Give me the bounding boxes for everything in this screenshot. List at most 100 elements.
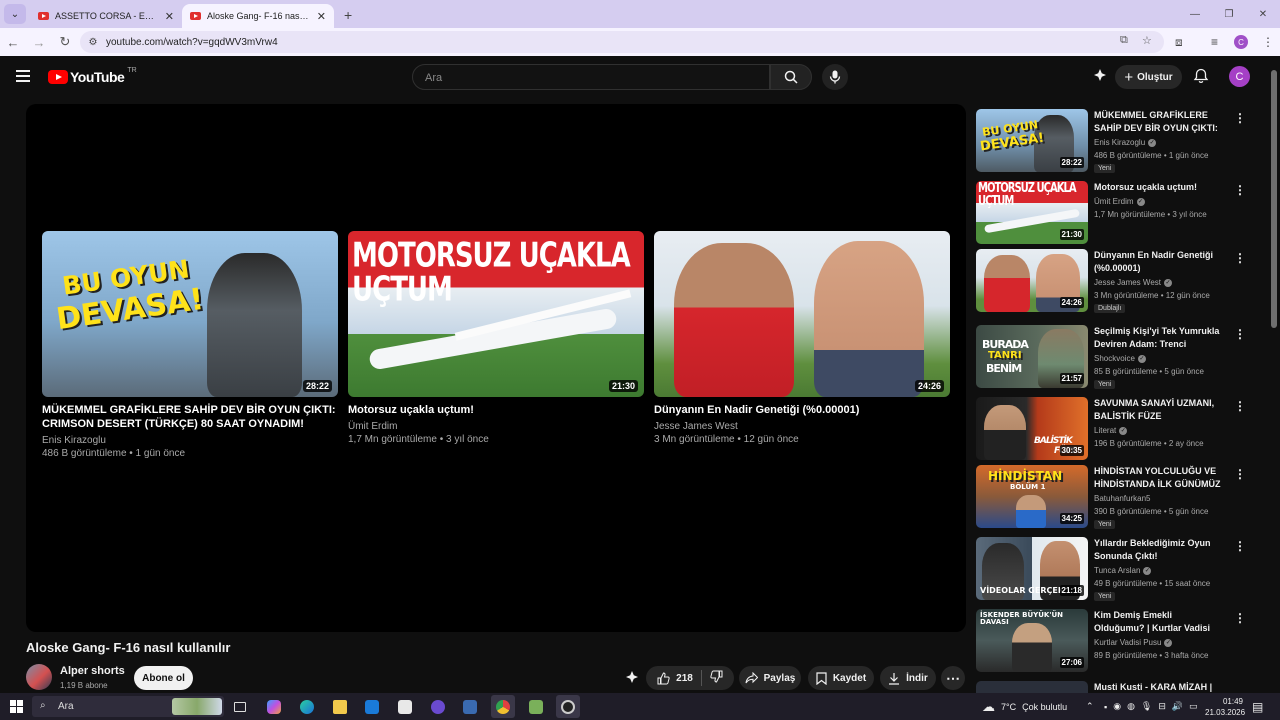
search-input[interactable]: Ara — [412, 64, 770, 90]
video-title[interactable]: MÜKEMMEL GRAFİKLERE SAHİP DEV BİR OYUN Ç… — [1094, 109, 1222, 136]
browser-tab-1[interactable]: ASSETTO CORSA - Ebru Günde ✕ — [30, 4, 182, 28]
sidebar-video-9[interactable]: Musti Kusti - KARA MİZAH | ⋮ — [976, 681, 1236, 693]
tray-app-icon[interactable]: ◉ — [1113, 701, 1121, 712]
search-button[interactable] — [770, 64, 812, 90]
url-text[interactable]: youtube.com/watch?v=gqdWV3mVrw4 — [106, 37, 278, 48]
media-queue-icon[interactable]: ≡ — [1211, 28, 1218, 56]
install-app-icon[interactable]: ⧉ — [1120, 34, 1128, 47]
share-button[interactable]: Paylaş — [739, 666, 801, 690]
close-tab-icon[interactable]: ✕ — [317, 10, 326, 23]
video-title[interactable]: Musti Kusti - KARA MİZAH | — [1094, 681, 1222, 693]
profile-avatar[interactable]: C — [1234, 35, 1248, 49]
app-icon-purple[interactable] — [426, 695, 450, 718]
address-bar[interactable]: ⚙ youtube.com/watch?v=gqdWV3mVrw4 ⧉ ☆ — [80, 31, 1164, 53]
video-thumbnail[interactable]: 24:26 — [654, 231, 950, 397]
voice-search-button[interactable] — [822, 64, 848, 90]
browser-tab-2[interactable]: Aloske Gang- F-16 nasıl kullanı ✕ — [182, 4, 334, 28]
store-icon[interactable] — [393, 695, 417, 718]
endscreen-video-2[interactable]: MOTORSUZ UÇAKLA UÇTUM 21:30 Motorsuz uça… — [348, 231, 644, 446]
browser-menu-icon[interactable]: ⋮ — [1262, 28, 1274, 56]
endscreen-video-3[interactable]: 24:26 Dünyanın En Nadir Genetiği (%0.000… — [654, 231, 950, 446]
channel-row[interactable]: Literat ✓ — [1094, 426, 1128, 435]
video-thumbnail[interactable]: BU OYUN DEVASA! 28:22 — [42, 231, 338, 397]
close-window-icon[interactable]: ✕ — [1246, 9, 1280, 20]
more-options-icon[interactable]: ⋮ — [1234, 183, 1246, 197]
sidebar-video-3[interactable]: 24:26 Dünyanın En Nadir Genetiği (%0.000… — [976, 249, 1246, 313]
video-thumbnail[interactable] — [976, 681, 1088, 693]
video-thumbnail[interactable]: VİDEOLAR GERÇEK 21:18 — [976, 537, 1088, 600]
channel-name[interactable]: Ümit Erdim — [1094, 197, 1134, 206]
channel-avatar[interactable] — [26, 664, 52, 690]
channel-name[interactable]: Kurtlar Vadisi Pusu — [1094, 638, 1161, 647]
sidebar-video-7[interactable]: VİDEOLAR GERÇEK 21:18 Yıllardır Beklediğ… — [976, 537, 1246, 601]
app-icon-blue[interactable] — [458, 695, 482, 718]
channel-row[interactable]: Enis Kirazoglu ✓ — [1094, 138, 1157, 147]
network-icon[interactable]: ⊟ — [1158, 701, 1166, 712]
ai-sparkle-icon[interactable] — [1092, 68, 1108, 89]
sidebar-video-2[interactable]: MOTORSUZ UÇAKLA UÇTUM 21:30 Motorsuz uça… — [976, 181, 1246, 245]
video-title[interactable]: MÜKEMMEL GRAFİKLERE SAHİP DEV BİR OYUN Ç… — [42, 403, 338, 431]
sidebar-video-6[interactable]: HİNDİSTAN BÖLÜM 1 34:25 HİNDİSTAN YOLCUL… — [976, 465, 1246, 529]
channel-name[interactable]: Jesse James West — [654, 420, 950, 433]
subscribe-button[interactable]: Abone ol — [134, 666, 193, 690]
channel-row[interactable]: Ümit Erdim ✓ — [1094, 197, 1145, 206]
site-info-icon[interactable]: ⚙ — [86, 35, 100, 49]
clock[interactable]: 01:49 21.03.2026 — [1205, 696, 1245, 718]
tab-search-button[interactable]: ⌄ — [4, 4, 26, 24]
more-options-icon[interactable]: ⋮ — [1234, 539, 1246, 553]
channel-row[interactable]: Jesse James West ✓ — [1094, 278, 1172, 287]
video-title[interactable]: HİNDİSTAN YOLCULUĞU VE HİNDİSTANDA İLK G… — [1094, 465, 1222, 492]
page-scrollbar[interactable] — [1271, 70, 1277, 328]
more-options-icon[interactable]: ⋮ — [1234, 683, 1236, 693]
more-actions-button[interactable]: ⋯ — [941, 666, 965, 690]
bookmark-star-icon[interactable]: ☆ — [1142, 34, 1152, 47]
download-button[interactable]: İndir — [880, 666, 936, 690]
more-options-icon[interactable]: ⋮ — [1234, 327, 1246, 341]
like-button[interactable]: 218 — [657, 671, 693, 685]
video-title[interactable]: Dünyanın En Nadir Genetiği (%0.00001) — [654, 403, 950, 417]
channel-name[interactable]: Batuhanfurkan5 — [1094, 494, 1151, 503]
steering-wheel-app-icon[interactable] — [556, 695, 580, 718]
volume-icon[interactable]: 🔊 — [1172, 701, 1183, 712]
video-thumbnail[interactable]: HİNDİSTAN BÖLÜM 1 34:25 — [976, 465, 1088, 528]
more-options-icon[interactable]: ⋮ — [1234, 611, 1246, 625]
new-tab-button[interactable]: + — [344, 7, 352, 23]
sidebar-video-8[interactable]: İSKENDER BÜYÜK'ÜN DAVASI 27:06 Kim Demiş… — [976, 609, 1246, 673]
video-title[interactable]: Seçilmiş Kişi'yi Tek Yumrukla Deviren Ad… — [1094, 325, 1222, 352]
taskbar-search[interactable]: ⌕ Ara — [32, 696, 224, 717]
extensions-icon[interactable]: ⧈ — [1175, 28, 1183, 56]
channel-name[interactable]: Enis Kirazoglu — [42, 434, 338, 447]
more-options-icon[interactable]: ⋮ — [1234, 467, 1246, 481]
channel-name[interactable]: Jesse James West — [1094, 278, 1161, 287]
channel-row[interactable]: Tunca Arslan ✓ — [1094, 566, 1152, 575]
channel-name[interactable]: Shockvoice — [1094, 354, 1135, 363]
copilot-icon[interactable] — [262, 695, 286, 718]
endscreen-video-1[interactable]: BU OYUN DEVASA! 28:22 MÜKEMMEL GRAFİKLER… — [42, 231, 338, 460]
notifications-bell-icon[interactable] — [1193, 68, 1209, 89]
channel-name[interactable]: Alper shorts — [60, 665, 125, 677]
channel-row[interactable]: Kurtlar Vadisi Pusu ✓ — [1094, 638, 1173, 647]
video-thumbnail[interactable]: MOTORSUZ UÇAKLA UÇTUM 21:30 — [348, 231, 644, 397]
channel-row[interactable]: Shockvoice ✓ — [1094, 354, 1146, 363]
youtube-logo[interactable]: YouTube TR — [48, 67, 137, 85]
channel-name[interactable]: Tunca Arslan — [1094, 566, 1140, 575]
video-title[interactable]: Yıllardır Beklediğimiz Oyun Sonunda Çıkt… — [1094, 537, 1222, 563]
video-thumbnail[interactable]: BU OYUN DEVASA! 28:22 — [976, 109, 1088, 172]
minimize-icon[interactable]: — — [1178, 9, 1212, 20]
file-explorer-icon[interactable] — [328, 695, 352, 718]
channel-name[interactable]: Ümit Erdim — [348, 420, 644, 433]
microphone-tray-icon[interactable]: 🎙 — [1141, 701, 1152, 712]
notification-center-icon[interactable]: ▤ — [1252, 693, 1263, 720]
notepad-icon[interactable] — [524, 695, 548, 718]
video-title[interactable]: Dünyanın En Nadir Genetiği (%0.00001) — [1094, 249, 1222, 275]
task-view-icon[interactable] — [228, 695, 252, 718]
forward-icon[interactable]: → — [26, 35, 52, 50]
video-title[interactable]: Motorsuz uçakla uçtum! — [1094, 181, 1222, 194]
mail-icon[interactable] — [360, 695, 384, 718]
more-options-icon[interactable]: ⋮ — [1234, 399, 1246, 413]
more-options-icon[interactable]: ⋮ — [1234, 251, 1246, 265]
sidebar-video-4[interactable]: BURADA TANRI BENİM 21:57 Seçilmiş Kişi'y… — [976, 325, 1246, 389]
reload-icon[interactable]: ↻ — [52, 34, 78, 50]
battery-icon[interactable]: ▭ — [1189, 701, 1198, 712]
channel-name[interactable]: Literat — [1094, 426, 1116, 435]
